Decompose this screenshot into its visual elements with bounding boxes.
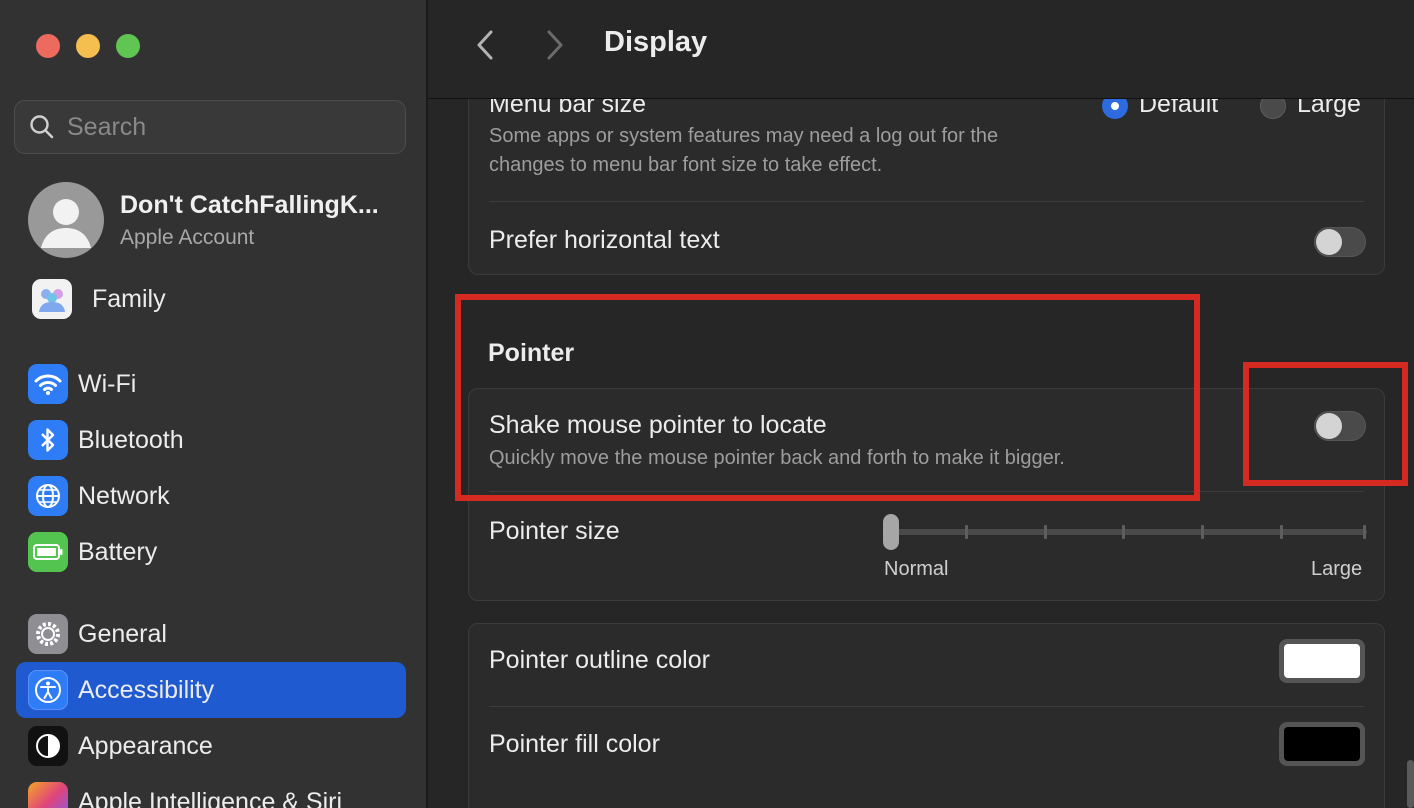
sidebar-item-battery[interactable]: Battery	[16, 524, 406, 580]
page-title: Display	[604, 26, 708, 58]
appearance-icon	[28, 726, 68, 766]
globe-icon	[28, 476, 68, 516]
sidebar-item-general[interactable]: General	[16, 606, 406, 662]
wifi-icon	[28, 364, 68, 404]
sidebar-item-appearance[interactable]: Appearance	[16, 718, 406, 774]
back-button[interactable]	[470, 28, 500, 62]
pointer-size-label: Pointer size	[489, 517, 620, 545]
sidebar-item-label: Apple Intelligence & Siri	[78, 787, 343, 808]
scrollbar-thumb[interactable]	[1407, 760, 1414, 808]
sidebar-item-wifi[interactable]: Wi-Fi	[16, 356, 406, 412]
forward-button[interactable]	[540, 28, 570, 62]
sidebar-item-label: Battery	[78, 537, 158, 566]
sidebar-item-label: Wi-Fi	[78, 369, 137, 398]
sidebar-item-network[interactable]: Network	[16, 468, 406, 524]
sidebar: Don't CatchFallingK... Apple Account Fam…	[0, 0, 428, 808]
account-name: Don't CatchFallingK...	[120, 190, 379, 219]
battery-icon	[28, 532, 68, 572]
slider-min-label: Normal	[884, 558, 949, 580]
prefer-horizontal-text-label: Prefer horizontal text	[489, 226, 720, 254]
radio-default[interactable]	[1102, 99, 1128, 119]
radio-default-label: Default	[1139, 99, 1219, 118]
divider	[489, 706, 1364, 707]
search-input[interactable]	[65, 111, 389, 143]
avatar	[28, 182, 104, 258]
outline-color-well[interactable]	[1279, 639, 1365, 683]
pointer-fill-color-label: Pointer fill color	[489, 730, 660, 758]
person-icon	[41, 199, 91, 248]
sidebar-item-label: Bluetooth	[78, 425, 184, 454]
sidebar-item-label: Network	[78, 481, 170, 510]
sidebar-item-apple-intelligence-siri[interactable]: Apple Intelligence & Siri	[16, 774, 406, 808]
sidebar-item-bluetooth[interactable]: Bluetooth	[16, 412, 406, 468]
highlight-box-shake-setting	[455, 294, 1200, 501]
radio-large[interactable]	[1260, 99, 1286, 119]
pointer-outline-color-label: Pointer outline color	[489, 646, 710, 674]
pointer-color-card: Pointer outline color Pointer fill color	[468, 623, 1385, 808]
menu-bar-size-label: Menu bar size	[489, 99, 647, 118]
search-field[interactable]	[14, 100, 406, 154]
gear-icon	[28, 614, 68, 654]
sidebar-item-accessibility[interactable]: Accessibility	[16, 662, 406, 718]
apple-account-item[interactable]: Don't CatchFallingK... Apple Account	[28, 182, 408, 258]
slider-max-label: Large	[1311, 558, 1363, 580]
toolbar: Display	[428, 0, 1414, 99]
sidebar-item-family[interactable]: Family	[16, 271, 406, 327]
family-icon	[32, 279, 72, 319]
chevron-left-icon	[477, 30, 493, 60]
prefer-horizontal-text-toggle[interactable]	[1314, 227, 1366, 257]
chevron-right-icon	[547, 30, 563, 60]
bluetooth-icon	[28, 420, 68, 460]
display-text-card: Menu bar size Some apps or system featur…	[468, 99, 1385, 275]
sidebar-item-label: General	[78, 619, 167, 648]
account-subtitle: Apple Account	[120, 225, 255, 249]
close-window-button[interactable]	[36, 34, 60, 58]
siri-icon	[28, 782, 68, 808]
fill-color-well[interactable]	[1279, 722, 1365, 766]
minimize-window-button[interactable]	[76, 34, 100, 58]
highlight-box-toggle	[1243, 362, 1408, 486]
sidebar-item-label: Appearance	[78, 731, 213, 760]
sidebar-item-label: Accessibility	[78, 675, 215, 704]
slider-knob[interactable]	[883, 514, 899, 550]
accessibility-icon	[28, 670, 68, 710]
radio-large-label: Large	[1297, 99, 1361, 118]
zoom-window-button[interactable]	[116, 34, 140, 58]
menu-bar-size-description: Some apps or system features may need a …	[489, 125, 999, 176]
search-icon	[30, 115, 54, 139]
divider	[489, 201, 1364, 202]
sidebar-item-label: Family	[92, 284, 166, 313]
